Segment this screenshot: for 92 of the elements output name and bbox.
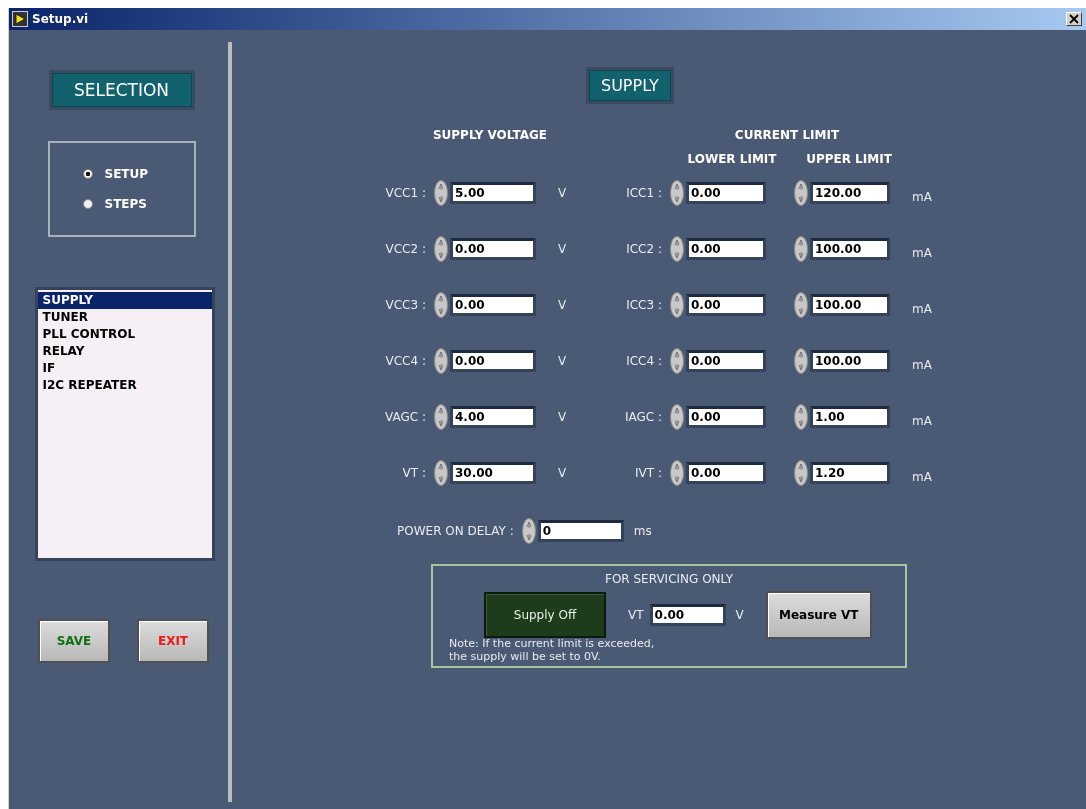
- spinner-button[interactable]: [521, 518, 536, 544]
- vt-field[interactable]: 0.00: [649, 604, 726, 626]
- column-heading: LOWER LIMIT: [687, 152, 777, 166]
- field-label: VCC1 :: [384, 186, 427, 200]
- field-label: ICC4 :: [625, 354, 663, 368]
- field-label: VCC4 :: [384, 354, 427, 368]
- measure-button[interactable]: Measure VT: [765, 591, 872, 639]
- unit-label: V: [557, 466, 568, 480]
- unit-label: V: [557, 242, 568, 256]
- unit-label: V: [557, 298, 568, 312]
- spinner-button[interactable]: [670, 404, 684, 430]
- spinner-button[interactable]: [670, 180, 684, 206]
- voltage-field[interactable]: 0.00: [450, 350, 536, 372]
- delay-field[interactable]: 0: [537, 520, 624, 542]
- field-label: VAGC :: [384, 410, 427, 424]
- upper-limit-field[interactable]: 120.00: [810, 182, 890, 204]
- voltage-field[interactable]: 0.00: [450, 238, 536, 260]
- field-label: IAGC :: [623, 410, 663, 424]
- spinner-button[interactable]: [434, 404, 448, 430]
- note-text: Note: If the current limit is exceeded,: [449, 637, 656, 650]
- upper-limit-field[interactable]: 100.00: [810, 350, 890, 372]
- column-heading: UPPER LIMIT: [806, 152, 892, 166]
- radio-label: SETUP: [104, 167, 149, 181]
- radio-button[interactable]: [82, 169, 93, 179]
- voltage-field[interactable]: 4.00: [450, 406, 536, 428]
- spinner-button[interactable]: [670, 292, 684, 318]
- field-label: POWER ON DELAY :: [397, 524, 515, 538]
- column-heading: CURRENT LIMIT: [734, 128, 840, 142]
- unit-label: V: [734, 608, 744, 622]
- unit-label: mA: [911, 358, 933, 372]
- spinner-button[interactable]: [434, 236, 448, 262]
- spinner-button[interactable]: [794, 292, 808, 318]
- field-label: VT :: [401, 466, 427, 480]
- column-heading: SUPPLY VOLTAGE: [432, 128, 548, 142]
- spinner-button[interactable]: [670, 460, 684, 486]
- field-label: ICC1 :: [625, 186, 663, 200]
- upper-limit-field[interactable]: 1.00: [810, 406, 890, 428]
- voltage-field[interactable]: 30.00: [450, 462, 536, 484]
- voltage-field[interactable]: 0.00: [450, 294, 536, 316]
- list-item[interactable]: SUPPLY: [37, 292, 212, 309]
- lower-limit-field[interactable]: 0.00: [686, 406, 766, 428]
- upper-limit-field[interactable]: 1.20: [810, 462, 890, 484]
- spinner-button[interactable]: [794, 180, 808, 206]
- upper-limit-field[interactable]: 100.00: [810, 238, 890, 260]
- voltage-field[interactable]: 5.00: [450, 182, 536, 204]
- spinner-button[interactable]: [670, 348, 684, 374]
- note-text: the supply will be set to 0V.: [449, 650, 602, 663]
- unit-label: V: [557, 410, 568, 424]
- spinner-button[interactable]: [794, 348, 808, 374]
- radio-button[interactable]: [82, 199, 93, 209]
- close-button[interactable]: [1066, 12, 1082, 26]
- lower-limit-field[interactable]: 0.00: [686, 294, 766, 316]
- unit-label: mA: [911, 414, 933, 428]
- field-label: ICC3 :: [625, 298, 663, 312]
- field-label: VT: [628, 608, 645, 622]
- spinner-button[interactable]: [794, 404, 808, 430]
- unit-label: mA: [911, 302, 933, 316]
- field-label: VCC2 :: [384, 242, 427, 256]
- list-item[interactable]: I2C REPEATER: [37, 377, 212, 394]
- spinner-button[interactable]: [434, 348, 448, 374]
- unit-label: V: [557, 186, 568, 200]
- field-label: IVT :: [634, 466, 663, 480]
- spinner-button[interactable]: [434, 460, 448, 486]
- spinner-button[interactable]: [794, 236, 808, 262]
- supply-off-button[interactable]: Supply Off: [484, 592, 606, 638]
- spinner-button[interactable]: [434, 180, 448, 206]
- panel-title: FOR SERVICING ONLY: [604, 572, 734, 586]
- upper-limit-field[interactable]: 100.00: [810, 294, 890, 316]
- window-title: Setup.vi: [32, 12, 90, 26]
- list-item[interactable]: RELAY: [37, 343, 212, 360]
- unit-label: mA: [911, 190, 933, 204]
- spinner-button[interactable]: [670, 236, 684, 262]
- unit-label: V: [557, 354, 568, 368]
- unit-label: mA: [911, 246, 933, 260]
- selection-heading: SELECTION: [48, 70, 195, 110]
- field-label: VCC3 :: [384, 298, 427, 312]
- lower-limit-field[interactable]: 0.00: [686, 350, 766, 372]
- list-item[interactable]: PLL CONTROL: [37, 326, 212, 343]
- lower-limit-field[interactable]: 0.00: [686, 182, 766, 204]
- list-item[interactable]: TUNER: [37, 309, 212, 326]
- unit-label: mA: [911, 470, 933, 484]
- field-label: ICC2 :: [625, 242, 663, 256]
- list-item[interactable]: IF: [37, 360, 212, 377]
- unit-label: ms: [632, 524, 652, 538]
- lower-limit-field[interactable]: 0.00: [686, 462, 766, 484]
- save-button[interactable]: SAVE: [38, 619, 110, 663]
- spinner-button[interactable]: [434, 292, 448, 318]
- lower-limit-field[interactable]: 0.00: [686, 238, 766, 260]
- app-logo-icon: [12, 11, 28, 27]
- spinner-button[interactable]: [794, 460, 808, 486]
- supply-heading: SUPPLY: [586, 67, 674, 104]
- radio-label: STEPS: [104, 197, 147, 211]
